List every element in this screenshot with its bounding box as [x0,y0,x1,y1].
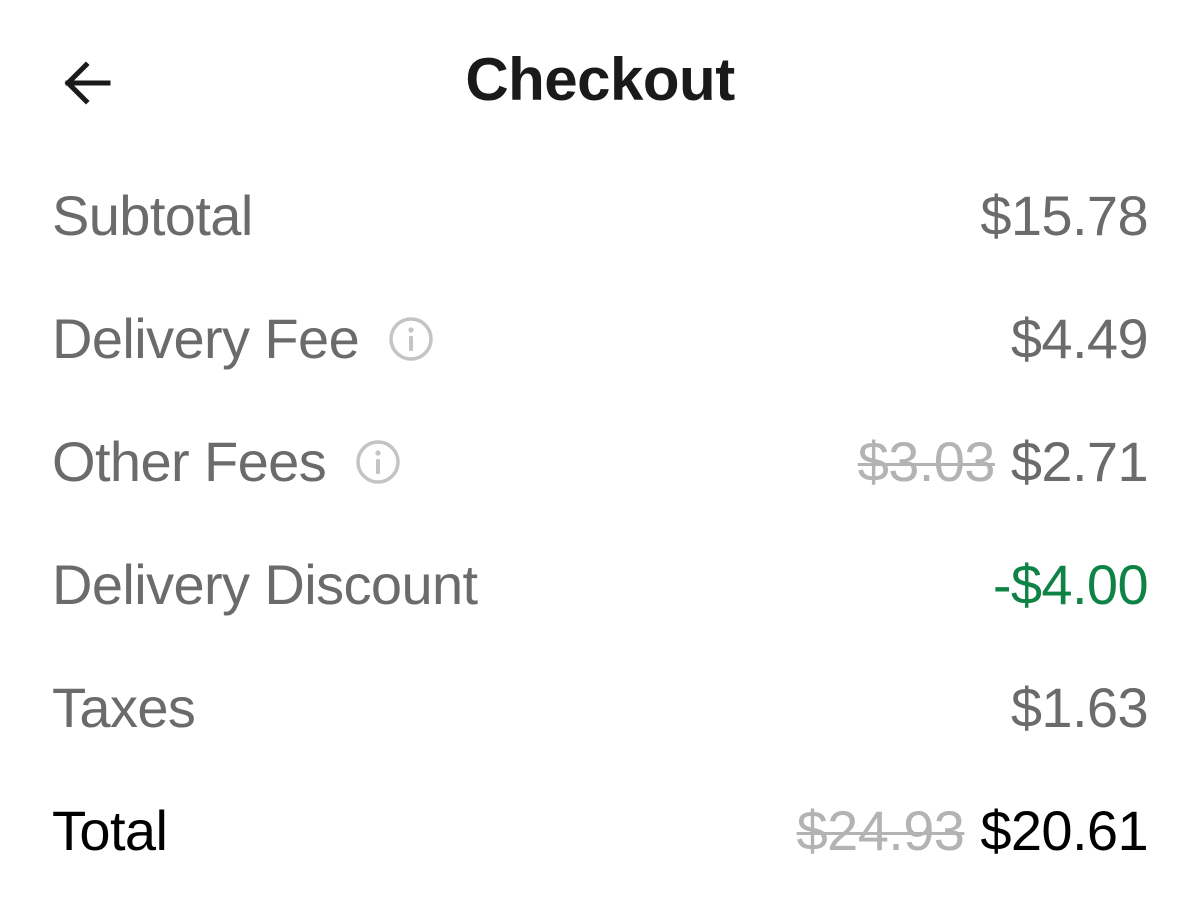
delivery-discount-row: Delivery Discount -$4.00 [52,523,1149,646]
total-original-value: $24.93 [796,798,965,862]
header: Checkout [0,0,1200,160]
other-fees-label-group: Other Fees [52,429,402,493]
other-fees-value: $2.71 [1010,429,1149,493]
other-fees-values: $3.03 $2.71 [857,429,1149,493]
delivery-fee-values: $4.49 [1010,306,1149,370]
delivery-fee-value: $4.49 [1010,306,1149,370]
subtotal-value: $15.78 [980,183,1148,247]
subtotal-label-group: Subtotal [52,183,253,247]
page-title: Checkout [465,46,735,113]
checkout-screen: Checkout Subtotal $15.78 Delivery Fee $4… [0,0,1200,914]
total-row: Total $24.93 $20.61 [52,769,1149,892]
total-values: $24.93 $20.61 [796,798,1149,862]
delivery-discount-label: Delivery Discount [52,552,478,616]
taxes-label-group: Taxes [52,675,196,739]
delivery-discount-value: -$4.00 [992,552,1149,616]
delivery-fee-label: Delivery Fee [52,306,360,370]
other-fees-original-value: $3.03 [857,429,996,493]
delivery-fee-row: Delivery Fee $4.49 [52,277,1149,400]
subtotal-label: Subtotal [52,183,253,247]
taxes-row: Taxes $1.63 [52,646,1149,769]
info-icon[interactable] [387,315,435,363]
total-value: $20.61 [980,798,1148,862]
delivery-discount-label-group: Delivery Discount [52,552,478,616]
other-fees-label: Other Fees [52,429,327,493]
delivery-discount-values: -$4.00 [992,552,1149,616]
subtotal-values: $15.78 [980,183,1148,247]
subtotal-row: Subtotal $15.78 [52,154,1149,277]
total-label: Total [52,798,168,862]
taxes-values: $1.63 [1010,675,1149,739]
other-fees-row: Other Fees $3.03 $2.71 [52,400,1149,523]
taxes-label: Taxes [52,675,196,739]
info-icon[interactable] [354,438,402,486]
taxes-value: $1.63 [1010,675,1149,739]
price-breakdown: Subtotal $15.78 Delivery Fee $4.49 Other… [52,154,1149,892]
total-label-group: Total [52,798,168,862]
delivery-fee-label-group: Delivery Fee [52,306,435,370]
